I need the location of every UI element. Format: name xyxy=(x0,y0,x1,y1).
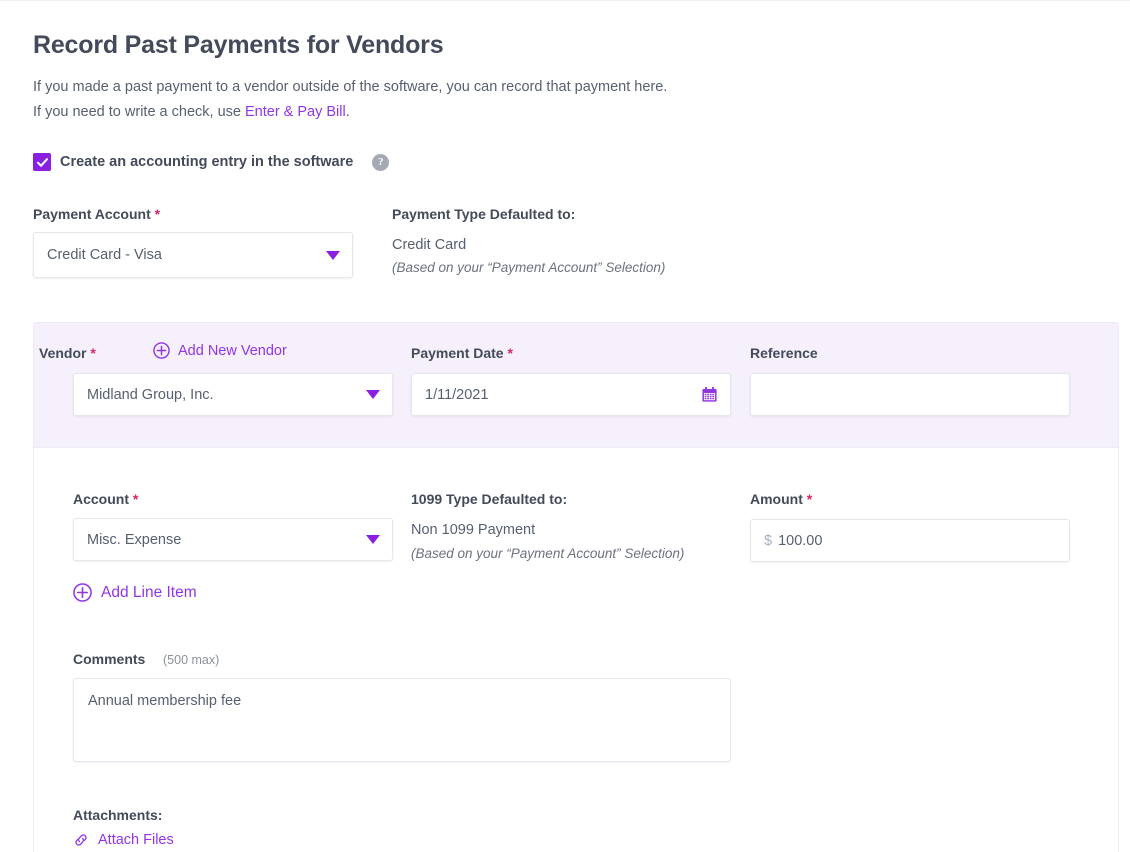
payment-date-label: Payment Date * xyxy=(411,345,513,361)
payment-type-note: (Based on your “Payment Account” Selecti… xyxy=(392,260,666,275)
add-line-item-button[interactable]: Add Line Item xyxy=(73,583,197,602)
payment-type-label: Payment Type Defaulted to: xyxy=(392,206,576,222)
account-label: Account * xyxy=(73,491,138,507)
vendor-value: Midland Group, Inc. xyxy=(87,386,214,403)
intro-line-1: If you made a past payment to a vendor o… xyxy=(33,79,668,95)
type-1099-note: (Based on your “Payment Account” Selecti… xyxy=(411,546,685,561)
check-icon xyxy=(36,157,48,167)
vendor-label: Vendor * xyxy=(39,345,96,361)
comments-textarea[interactable] xyxy=(73,678,731,762)
circle-plus-icon xyxy=(153,342,170,359)
type-1099-label: 1099 Type Defaulted to: xyxy=(411,491,568,507)
required-marker: * xyxy=(806,491,813,507)
intro-line-2-suffix: . xyxy=(345,103,350,120)
attach-files-label: Attach Files xyxy=(98,832,174,848)
required-marker: * xyxy=(132,491,139,507)
amount-value: 100.00 xyxy=(778,532,823,549)
comments-label: Comments xyxy=(73,651,146,667)
payment-type-value: Credit Card xyxy=(392,237,467,253)
amount-label-text: Amount xyxy=(750,491,803,507)
required-marker: * xyxy=(90,345,96,361)
enter-and-pay-bill-link[interactable]: Enter & Pay Bill xyxy=(245,104,346,120)
add-new-vendor-button[interactable]: Add New Vendor xyxy=(153,342,287,359)
add-new-vendor-label: Add New Vendor xyxy=(178,342,287,359)
required-marker: * xyxy=(154,206,161,222)
circle-plus-icon xyxy=(73,583,92,602)
chevron-down-icon xyxy=(366,535,380,544)
chevron-down-icon xyxy=(326,250,340,260)
create-accounting-entry-row[interactable]: Create an accounting entry in the softwa… xyxy=(33,153,390,171)
help-icon[interactable]: ? xyxy=(372,153,390,171)
vendor-select[interactable]: Midland Group, Inc. xyxy=(73,373,393,416)
intro-line-2-prefix: If you need to write a check, use xyxy=(33,103,245,120)
comments-max-hint: (500 max) xyxy=(163,653,220,667)
create-accounting-entry-checkbox[interactable] xyxy=(33,153,51,171)
account-label-text: Account xyxy=(73,491,129,507)
payment-account-label-text: Payment Account xyxy=(33,206,151,222)
reference-input[interactable] xyxy=(750,373,1070,416)
account-select[interactable]: Misc. Expense xyxy=(73,518,393,561)
payment-account-value: Credit Card - Visa xyxy=(47,247,162,263)
reference-label: Reference xyxy=(750,345,818,361)
account-value: Misc. Expense xyxy=(87,531,182,548)
chevron-down-icon xyxy=(366,390,380,399)
attachments-label: Attachments: xyxy=(73,807,163,823)
required-marker: * xyxy=(507,345,513,361)
calendar-icon[interactable] xyxy=(701,386,718,403)
intro-line-2: If you need to write a check, use Enter … xyxy=(33,100,833,125)
add-line-item-label: Add Line Item xyxy=(101,583,197,601)
link-chain-icon xyxy=(75,834,87,846)
intro-text: If you made a past payment to a vendor o… xyxy=(33,75,833,124)
payment-account-label: Payment Account * xyxy=(33,206,160,222)
currency-symbol: $ xyxy=(764,532,773,549)
payment-date-input[interactable]: 1/11/2021 xyxy=(411,373,731,416)
amount-input[interactable]: $ 100.00 xyxy=(750,519,1070,562)
attach-files-button[interactable]: Attach Files xyxy=(73,832,174,848)
type-1099-value: Non 1099 Payment xyxy=(411,522,536,538)
record-past-payments-page: Record Past Payments for Vendors If you … xyxy=(0,0,1130,852)
create-accounting-entry-label: Create an accounting entry in the softwa… xyxy=(60,154,354,170)
vendor-label-text: Vendor xyxy=(39,345,87,361)
page-title: Record Past Payments for Vendors xyxy=(33,31,444,59)
payment-date-value: 1/11/2021 xyxy=(425,386,489,403)
payment-date-label-text: Payment Date xyxy=(411,345,504,361)
payment-account-select[interactable]: Credit Card - Visa xyxy=(33,232,353,278)
amount-label: Amount * xyxy=(750,491,812,507)
